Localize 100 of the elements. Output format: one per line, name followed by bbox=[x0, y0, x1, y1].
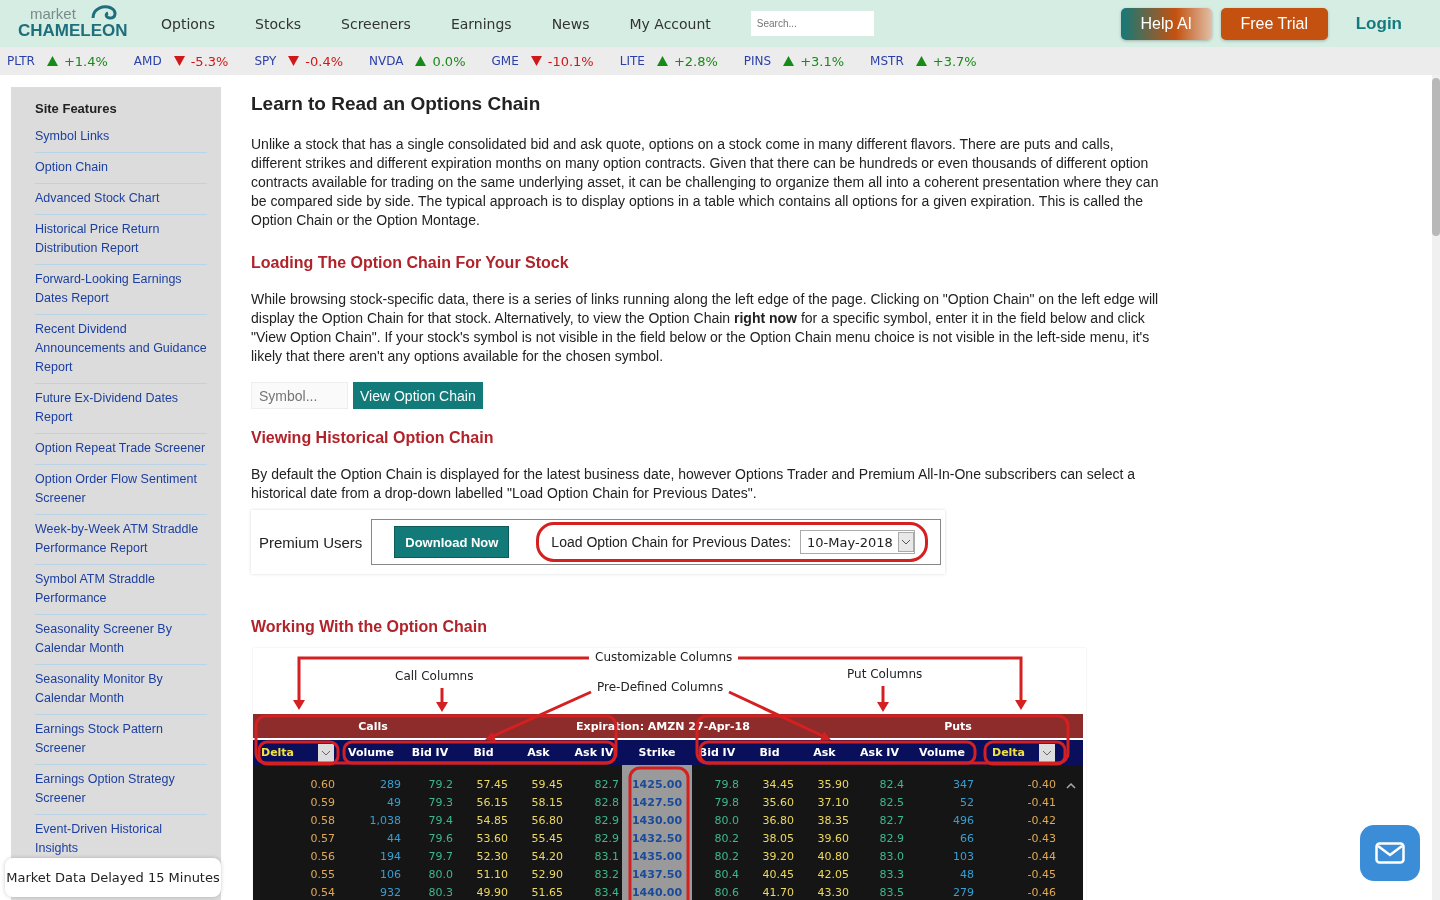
nav-link[interactable]: News bbox=[551, 15, 590, 32]
column-header[interactable]: Bid bbox=[456, 746, 511, 759]
nav-link[interactable]: Screeners bbox=[341, 15, 411, 32]
column-header[interactable]: Ask IV bbox=[566, 746, 622, 759]
logo-text: CHAMELEON bbox=[18, 22, 128, 42]
price-change: +1.4% bbox=[63, 53, 108, 69]
strike-cell: 1435.00 bbox=[622, 848, 692, 866]
sidebar-link[interactable]: Option Repeat Trade Screener bbox=[35, 434, 207, 465]
column-header[interactable]: Volume bbox=[907, 746, 977, 759]
column-header[interactable]: Bid IV bbox=[404, 746, 456, 759]
section-heading: Viewing Historical Option Chain bbox=[251, 429, 495, 447]
table-cell-text: 59.45 bbox=[530, 777, 564, 793]
sidebar-link[interactable]: Forward-Looking Earnings Dates Report bbox=[35, 265, 207, 315]
annotation-label: Call Columns bbox=[393, 669, 476, 683]
strike-cell: 1427.50 bbox=[622, 794, 692, 812]
scrollbar[interactable] bbox=[1432, 75, 1440, 900]
header-button[interactable]: Help AI bbox=[1120, 7, 1212, 40]
caret-icon[interactable] bbox=[897, 532, 914, 552]
table-cell-text: 66 bbox=[959, 831, 975, 847]
download-button[interactable]: Download Now bbox=[394, 526, 510, 558]
sidebar-link[interactable]: Symbol Links bbox=[35, 122, 207, 153]
ticker-symbol[interactable]: LITE bbox=[619, 54, 645, 68]
table-cell-text: 54.85 bbox=[475, 813, 509, 829]
table-cell-text: 40.45 bbox=[761, 867, 795, 883]
date-label: Load Option Chain for Previous Dates: bbox=[551, 534, 792, 550]
sidebar-link[interactable]: Week-by-Week ATM Straddle Performance Report bbox=[35, 515, 207, 565]
ticker-symbol[interactable]: PLTR bbox=[7, 54, 35, 68]
sidebar-link[interactable]: Recent Dividend Announcements and Guidance Report bbox=[35, 315, 207, 384]
table-cell-text: 41.70 bbox=[761, 885, 795, 900]
sidebar-link[interactable]: Earnings Option Strategy Screener bbox=[35, 765, 207, 815]
login-link[interactable]: Login bbox=[1355, 13, 1402, 34]
table-cell-text: 0.60 bbox=[309, 777, 336, 793]
symbol-field[interactable]: Symbol... bbox=[251, 382, 348, 409]
table-cell-text: 82.5 bbox=[878, 795, 905, 811]
ticker-symbol[interactable]: NVDA bbox=[369, 54, 404, 68]
sidebar-link[interactable]: Option Order Flow Sentiment Screener bbox=[35, 465, 207, 515]
table-cell-text: 0.59 bbox=[309, 795, 336, 811]
table-cell-text: 1,038 bbox=[368, 813, 402, 829]
sidebar-link[interactable]: Historical Price Return Distribution Report bbox=[35, 215, 207, 265]
sidebar-link[interactable]: Symbol ATM Straddle Performance bbox=[35, 565, 207, 615]
chat-button[interactable] bbox=[1360, 825, 1420, 881]
price-change: +3.7% bbox=[932, 53, 977, 69]
sidebar-link[interactable]: Option Chain bbox=[35, 153, 207, 184]
annotation-label: Pre-Defined Columns bbox=[595, 680, 726, 694]
table-cell-text: 51.65 bbox=[530, 885, 564, 900]
nav-link[interactable]: My Account bbox=[629, 15, 711, 32]
sidebar-link[interactable]: Advanced Stock Chart bbox=[35, 184, 207, 215]
header-button[interactable]: Free Trial bbox=[1220, 7, 1328, 40]
puts-label: Puts bbox=[943, 719, 973, 733]
column-header[interactable]: Ask bbox=[797, 746, 852, 759]
nav-link[interactable]: Stocks bbox=[255, 15, 302, 32]
table-cell-text: 0.58 bbox=[309, 813, 336, 829]
ticker-symbol[interactable]: AMD bbox=[133, 54, 162, 68]
table-cell-text: 35.60 bbox=[761, 795, 795, 811]
column-header[interactable]: Delta bbox=[992, 746, 1026, 759]
scroll-up-icon[interactable] bbox=[1066, 781, 1076, 789]
column-header[interactable]: Ask IV bbox=[852, 746, 907, 759]
table-cell-text: -0.46 bbox=[1026, 885, 1057, 900]
ticker-symbol[interactable]: SPY bbox=[254, 54, 277, 68]
nav-link[interactable]: Earnings bbox=[450, 15, 512, 32]
column-header[interactable]: Delta bbox=[261, 746, 295, 759]
strike-cell: 1430.00 bbox=[622, 812, 692, 830]
table-cell-text: 36.80 bbox=[761, 813, 795, 829]
table-cell-text: 44 bbox=[386, 831, 402, 847]
table-cell-text: 38.35 bbox=[816, 813, 850, 829]
table-cell-text: 80.0 bbox=[427, 867, 454, 883]
table-cell-text: 79.7 bbox=[427, 849, 454, 865]
date-dropdown[interactable]: 10-May-2018 bbox=[800, 530, 915, 554]
price-change: -10.1% bbox=[547, 53, 594, 69]
sidebar-link[interactable]: Earnings Stock Pattern Screener bbox=[35, 715, 207, 765]
paragraph: By default the Option Chain is displayed for the latest business date, however Options Trader and Premium All-In-One subscribers can select a historical date from a drop-down labelled "Load Option Chain for Previous Dates". bbox=[251, 465, 1136, 503]
sidebar-link[interactable]: Seasonality Screener By Calendar Month bbox=[35, 615, 207, 665]
column-header[interactable]: Strike bbox=[622, 746, 692, 759]
table-cell-text: 79.3 bbox=[427, 795, 454, 811]
table-cell-text: 83.4 bbox=[593, 885, 620, 900]
table-cell-text: 83.2 bbox=[593, 867, 620, 883]
nav-link[interactable]: Options bbox=[161, 15, 216, 32]
view-option-chain-button[interactable]: View Option Chain bbox=[353, 382, 483, 409]
table-cell-text: -0.43 bbox=[1026, 831, 1057, 847]
table-cell-text: 35.90 bbox=[816, 777, 850, 793]
strike-cell bbox=[622, 765, 692, 776]
table-cell-text: 82.4 bbox=[878, 777, 905, 793]
search-field[interactable]: Search... bbox=[750, 11, 874, 36]
sidebar-link[interactable]: Seasonality Monitor By Calendar Month bbox=[35, 665, 207, 715]
expiration-label: Expiration: AMZN 27-Apr-18 bbox=[575, 719, 751, 733]
ticker-symbol[interactable]: MSTR bbox=[870, 54, 904, 68]
table-cell-text: 80.2 bbox=[713, 831, 740, 847]
ticker-symbol[interactable]: GME bbox=[491, 54, 519, 68]
column-header[interactable]: Bid bbox=[742, 746, 797, 759]
table-cell-text: 43.30 bbox=[816, 885, 850, 900]
section-heading: Loading The Option Chain For Your Stock bbox=[251, 254, 570, 272]
table-cell-text: 82.9 bbox=[878, 831, 905, 847]
logo-text: market bbox=[30, 5, 76, 23]
sidebar-link[interactable]: Future Ex-Dividend Dates Report bbox=[35, 384, 207, 434]
strike-cell: 1425.00 bbox=[622, 776, 692, 794]
premium-label: Premium Users bbox=[259, 533, 363, 551]
column-header[interactable]: Volume bbox=[338, 746, 404, 759]
table-cell-text: 0.54 bbox=[309, 885, 336, 900]
ticker-symbol[interactable]: PINS bbox=[743, 54, 772, 68]
column-header[interactable]: Ask bbox=[511, 746, 566, 759]
